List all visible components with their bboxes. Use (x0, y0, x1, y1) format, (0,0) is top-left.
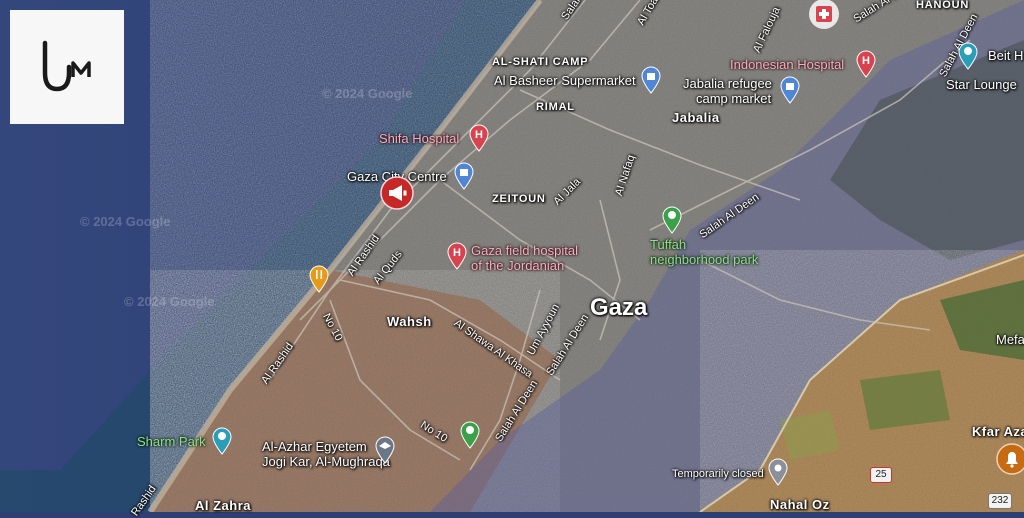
place-kfar-aza[interactable]: Kfar Aza (972, 425, 1024, 438)
place-gaza[interactable]: Gaza (590, 296, 647, 320)
route-25-shield: 25 (870, 467, 892, 483)
um-logo[interactable] (10, 10, 124, 124)
place-rimal[interactable]: RIMAL (536, 102, 575, 113)
closed-place-pin-icon[interactable] (768, 458, 788, 486)
poi-jogi-kar-label[interactable]: Jogi Kar, Al-Mughraqa (262, 455, 390, 468)
shopping-bag-pin-icon[interactable] (454, 162, 474, 190)
poi-field-hospital-label-2[interactable]: of the Jordanian (471, 259, 564, 272)
poi-field-hospital-label-1[interactable]: Gaza field hospital (471, 244, 578, 257)
map-watermark: © 2024 Google (124, 294, 215, 309)
megaphone-alert-icon[interactable] (380, 176, 414, 210)
um-logo-icon (42, 40, 91, 92)
poi-jabalia-market-label-2[interactable]: camp market (696, 92, 771, 105)
restaurant-pin-icon[interactable] (309, 265, 329, 293)
shopping-bag-pin-icon[interactable] (641, 66, 661, 94)
hospital-pin-icon[interactable]: H (447, 242, 467, 270)
svg-text:H: H (475, 129, 483, 141)
route-232-shield: 232 (988, 493, 1012, 509)
svg-text:H: H (453, 247, 461, 259)
poi-indonesian-hospital-label[interactable]: Indonesian Hospital (730, 58, 844, 71)
place-nahal-oz[interactable]: Nahal Oz (770, 498, 830, 511)
svg-text:H: H (862, 55, 870, 67)
poi-tuffah-park-label-1[interactable]: Tuffah (650, 238, 686, 251)
poi-temporarily-closed-label[interactable]: Temporarily closed (672, 469, 764, 480)
poi-shifa-hospital-label[interactable]: Shifa Hospital (379, 132, 459, 145)
place-beit-h[interactable]: Beit H (988, 49, 1023, 62)
hospital-badge-icon[interactable] (807, 0, 841, 32)
place-al-zahra[interactable]: Al Zahra (195, 499, 251, 512)
hospital-pin-icon[interactable]: H (469, 124, 489, 152)
bell-icon[interactable] (996, 443, 1024, 475)
lounge-pin-icon[interactable] (958, 42, 978, 70)
poi-sharm-park-label[interactable]: Sharm Park (137, 435, 206, 448)
green-field-2 (860, 370, 950, 430)
park-pin-icon[interactable] (662, 206, 682, 234)
place-al-shati-camp[interactable]: AL-SHATI CAMP (492, 57, 588, 68)
park-pin-icon[interactable] (212, 427, 232, 455)
poi-al-basheer-label[interactable]: Al Basheer Supermarket (494, 74, 636, 87)
place-wahsh[interactable]: Wahsh (387, 315, 432, 328)
map-watermark: © 2024 Google (80, 214, 171, 229)
map-watermark: © 2024 Google (322, 86, 413, 101)
shopping-bag-pin-icon[interactable] (780, 76, 800, 104)
place-jabalia[interactable]: Jabalia (672, 111, 720, 124)
poi-star-lounge-label[interactable]: Star Lounge (946, 78, 1017, 91)
place-mefa[interactable]: Mefa (996, 333, 1024, 346)
poi-al-azhar-label[interactable]: Al-Azhar Egyetem (262, 440, 367, 453)
place-hanoun[interactable]: HANOUN (916, 0, 969, 11)
hospital-pin-icon[interactable]: H (856, 50, 876, 78)
poi-jabalia-market-label-1[interactable]: Jabalia refugee (683, 77, 772, 90)
place-zeitoun[interactable]: ZEITOUN (492, 194, 546, 205)
park-pin-icon[interactable] (460, 421, 480, 449)
poi-tuffah-park-label-2[interactable]: neighborhood park (650, 253, 758, 266)
university-pin-icon[interactable] (375, 436, 395, 464)
